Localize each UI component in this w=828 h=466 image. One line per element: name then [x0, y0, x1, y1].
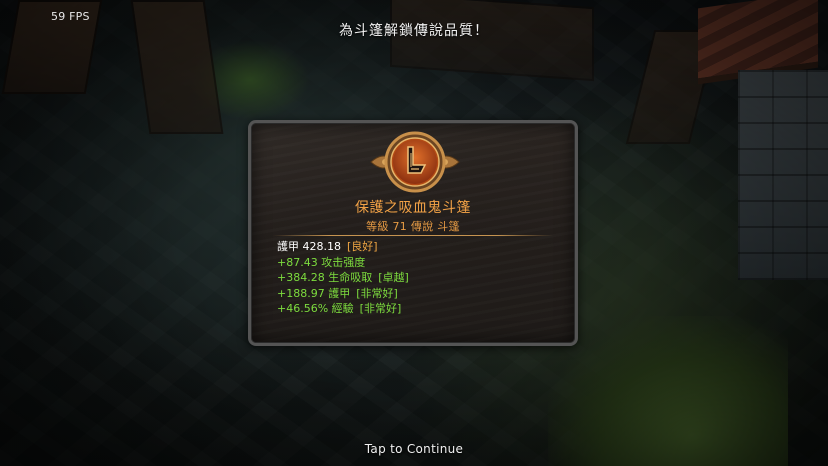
stat-quality: [良好] [347, 240, 378, 253]
stat-quality: [非常好] [359, 302, 402, 316]
stat-row-armor-base: 護甲 428.18 [良好] [277, 239, 409, 255]
cape-emblem-icon [370, 131, 460, 193]
stat-row-experience: +46.56% 經驗 [非常好] [277, 301, 409, 317]
game-screen[interactable]: 59 FPS 為斗篷解鎖傳說品質！ 保護之吸血鬼斗篷 等級 71 傳說 斗篷 護… [0, 0, 828, 466]
stat-text: +46.56% 經驗 [277, 302, 354, 316]
item-level-line: 等級 71 傳說 斗篷 [366, 220, 460, 233]
stat-row-armor-bonus: +188.97 護甲 [非常好] [277, 286, 409, 302]
divider-line [273, 235, 553, 236]
stat-row-attack-power: +87.43 攻击强度 [277, 255, 409, 271]
stat-text: +87.43 攻击强度 [277, 255, 366, 269]
stat-text: 護甲 428.18 [277, 240, 341, 253]
unlock-notice: 為斗篷解鎖傳說品質！ [339, 23, 489, 39]
stat-row-life-steal: +384.28 生命吸取 [卓越] [277, 270, 409, 286]
item-name: 保護之吸血鬼斗篷 [355, 200, 471, 216]
stats-list: 護甲 428.18 [良好] +87.43 攻击强度 +384.28 生命吸取 [卓… [277, 239, 409, 317]
stat-quality: [非常好] [356, 286, 398, 300]
item-card: 保護之吸血鬼斗篷 等級 71 傳說 斗篷 護甲 428.18 [良好] +87.4… [248, 120, 578, 346]
stat-text: +384.28 生命吸取 [277, 271, 373, 285]
stat-quality: [卓越] [378, 271, 409, 285]
tap-to-continue-prompt[interactable]: Tap to Continue [0, 442, 828, 456]
stat-text: +188.97 護甲 [277, 286, 351, 300]
